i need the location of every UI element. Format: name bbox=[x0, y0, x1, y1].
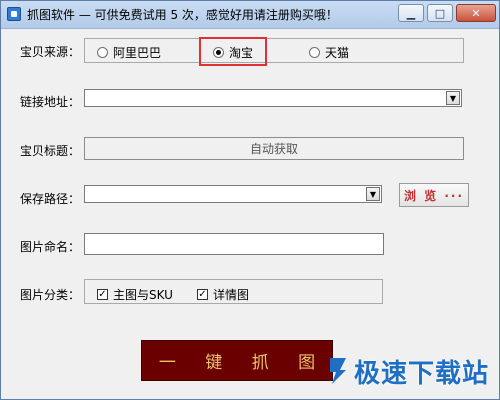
check-icon: ✓ bbox=[97, 289, 108, 300]
source-label: 宝贝来源： bbox=[20, 45, 81, 59]
title-bar: 抓图软件 — 可供免费试用 5 次，感觉好用请注册购买哦！ ▁ □ ✕ bbox=[1, 1, 499, 29]
radio-alibaba-label: 阿里巴巴 bbox=[113, 46, 162, 60]
checkbox-detail-label: 详情图 bbox=[213, 288, 250, 302]
link-label: 链接地址： bbox=[20, 95, 81, 109]
window-title: 抓图软件 — 可供免费试用 5 次，感觉好用请注册购买哦！ bbox=[27, 8, 338, 22]
close-button[interactable]: ✕ bbox=[456, 4, 496, 22]
maximize-icon: □ bbox=[434, 6, 446, 20]
watermark: 极速下载站 bbox=[326, 349, 498, 393]
watermark-text: 极速下载站 bbox=[354, 358, 490, 389]
browse-label: 浏 览 ··· bbox=[403, 188, 465, 203]
app-icon bbox=[7, 7, 21, 21]
link-dropdown-button[interactable]: ▼ bbox=[446, 91, 460, 105]
source-radio-group: 阿里巴巴 淘宝 天猫 bbox=[84, 38, 464, 63]
minimize-icon: ▁ bbox=[406, 6, 416, 20]
highlight-box bbox=[199, 37, 267, 66]
title-label: 宝贝标题： bbox=[20, 144, 81, 158]
title-value: 自动获取 bbox=[249, 142, 298, 156]
image-category-label: 图片分类： bbox=[20, 288, 81, 302]
browse-button[interactable]: 浏 览 ··· bbox=[399, 183, 469, 207]
checkbox-main-sku[interactable]: ✓ 主图与SKU bbox=[97, 286, 173, 303]
minimize-button[interactable]: ▁ bbox=[398, 4, 424, 22]
chevron-down-icon: ▼ bbox=[369, 189, 377, 199]
checkbox-main-sku-label: 主图与SKU bbox=[113, 288, 173, 302]
radio-tmall-label: 天猫 bbox=[325, 46, 350, 60]
chevron-down-icon: ▼ bbox=[449, 93, 457, 103]
image-name-label: 图片命名： bbox=[20, 240, 81, 254]
maximize-button[interactable]: □ bbox=[427, 4, 453, 22]
radio-alibaba-indicator bbox=[97, 47, 108, 58]
close-icon: ✕ bbox=[471, 6, 481, 20]
radio-alibaba[interactable]: 阿里巴巴 bbox=[97, 44, 161, 61]
save-path-dropdown-button[interactable]: ▼ bbox=[366, 187, 380, 201]
grab-button[interactable]: 一 键 抓 图 bbox=[141, 340, 333, 381]
radio-tmall-indicator bbox=[309, 47, 320, 58]
image-name-input[interactable] bbox=[84, 233, 384, 255]
checkbox-detail[interactable]: ✓ 详情图 bbox=[197, 286, 249, 303]
image-category-group: ✓ 主图与SKU ✓ 详情图 bbox=[84, 279, 383, 304]
watermark-logo-icon bbox=[330, 358, 346, 384]
title-field: 自动获取 bbox=[84, 137, 464, 160]
app-window: 抓图软件 — 可供免费试用 5 次，感觉好用请注册购买哦！ ▁ □ ✕ 宝贝来源… bbox=[0, 0, 500, 400]
save-path-label: 保存路径： bbox=[20, 192, 81, 206]
check-icon: ✓ bbox=[197, 289, 208, 300]
save-path-combobox[interactable]: ▼ bbox=[84, 185, 382, 203]
radio-tmall[interactable]: 天猫 bbox=[309, 44, 349, 61]
grab-button-label: 一 键 抓 图 bbox=[158, 353, 328, 373]
link-combobox[interactable]: ▼ bbox=[84, 89, 462, 107]
